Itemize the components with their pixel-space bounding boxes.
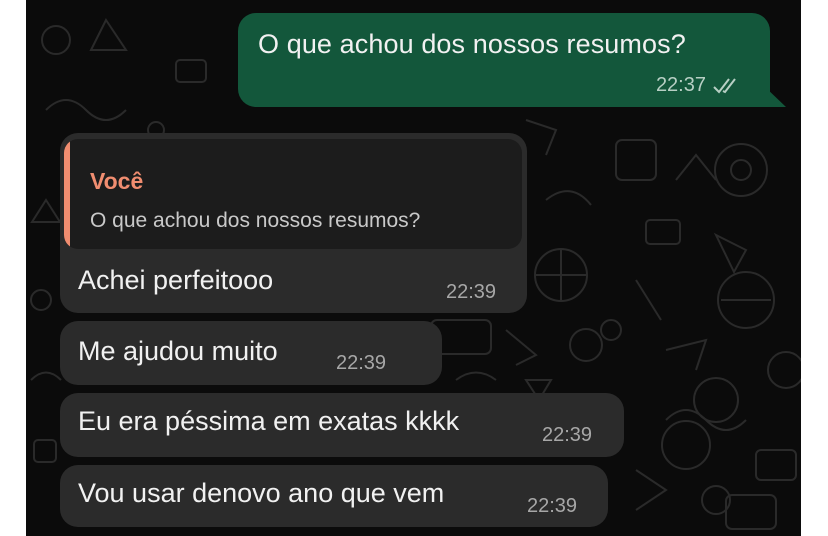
message-text: Eu era péssima em exatas kkkk [78,406,460,436]
quoted-message[interactable]: Você O que achou dos nossos resumos? [64,139,522,249]
incoming-message[interactable]: Eu era péssima em exatas kkkk 22:39 [60,393,624,457]
bubble-tail [764,86,786,107]
message-time: 22:39 [542,424,593,446]
message-time: 22:39 [336,352,387,374]
quote-text: O que achou dos nossos resumos? [90,209,421,232]
message-time: 22:39 [446,281,497,303]
chat-conversation: O que achou dos nossos resumos? 22:37 Vo… [26,0,801,536]
quote-author: Você [90,168,144,194]
reply-message[interactable]: Você O que achou dos nossos resumos? Ach… [60,133,527,313]
message-time: 22:37 [655,74,706,96]
outgoing-message[interactable]: O que achou dos nossos resumos? 22:37 [238,13,770,107]
message-text: Me ajudou muito [78,336,278,366]
double-check-icon [713,77,736,94]
message-text: O que achou dos nossos resumos? [258,29,686,59]
message-time: 22:39 [527,495,578,517]
incoming-message[interactable]: Vou usar denovo ano que vem 22:39 [60,465,608,527]
message-text: Achei perfeitooo [78,265,274,295]
message-text: Vou usar denovo ano que vem [78,478,445,508]
message-meta: 22:37 [656,74,742,97]
quote-accent-bar [64,139,70,249]
incoming-message[interactable]: Me ajudou muito 22:39 [60,321,442,385]
